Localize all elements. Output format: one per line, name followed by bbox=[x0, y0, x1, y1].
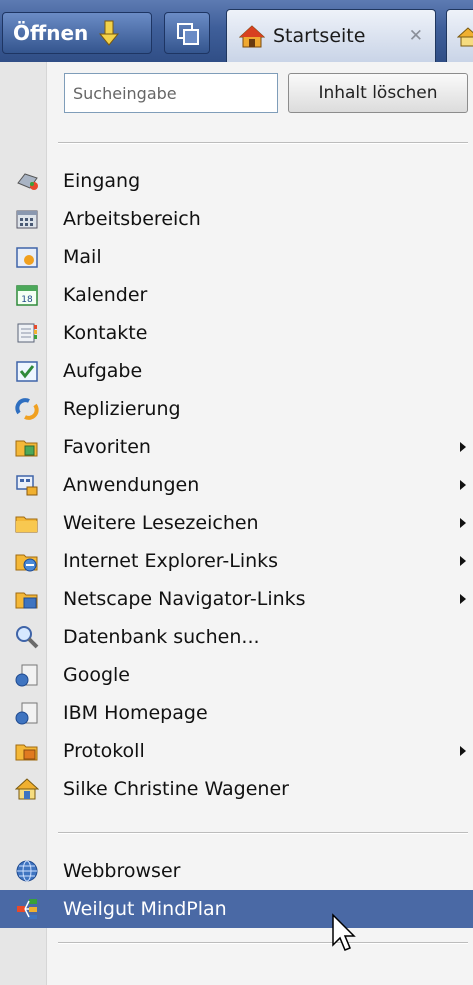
tab-startseite[interactable]: Startseite ✕ bbox=[226, 9, 436, 62]
replication-icon bbox=[15, 398, 39, 420]
globe-icon bbox=[16, 860, 38, 882]
applications-icon bbox=[16, 475, 38, 496]
menu-item-label: Aufgabe bbox=[63, 360, 143, 382]
menu-item-label: IBM Homepage bbox=[63, 702, 208, 724]
user-home-icon bbox=[15, 778, 39, 800]
database-icon bbox=[15, 664, 38, 687]
search-icon bbox=[16, 626, 39, 649]
menu-item-label: Weitere Lesezeichen bbox=[63, 512, 259, 534]
menu-item-favoriten[interactable]: Favoriten bbox=[0, 428, 473, 466]
menu-item-label: Eingang bbox=[63, 170, 141, 192]
submenu-arrow-icon bbox=[460, 594, 466, 604]
menu-item-label: Protokoll bbox=[63, 740, 145, 762]
menu-item-label: Silke Christine Wagener bbox=[63, 778, 289, 800]
menu-item-label: Google bbox=[63, 664, 131, 686]
favorites-folder-icon bbox=[15, 440, 38, 457]
menu-item-label: Mail bbox=[63, 246, 102, 268]
svg-text:18: 18 bbox=[21, 295, 33, 305]
search-input[interactable] bbox=[64, 73, 278, 113]
open-button-label: Öffnen bbox=[13, 21, 89, 45]
menu-item-protokoll[interactable]: Protokoll bbox=[0, 732, 473, 770]
tab-bar: Öffnen Startseite ✕ bbox=[0, 0, 473, 63]
tab-label: Startseite bbox=[273, 25, 366, 47]
history-folder-icon bbox=[15, 744, 38, 761]
submenu-arrow-icon bbox=[460, 746, 466, 756]
submenu-arrow-icon bbox=[460, 480, 466, 490]
menu-item-label: Favoriten bbox=[63, 436, 151, 458]
menu-item-label: Kontakte bbox=[63, 322, 148, 344]
menu-search-row: Inhalt löschen bbox=[0, 62, 473, 130]
database-icon bbox=[15, 702, 38, 725]
task-icon bbox=[16, 361, 38, 382]
menu-item-label: Arbeitsbereich bbox=[63, 208, 201, 230]
menu-item-eingang[interactable]: Eingang bbox=[0, 162, 473, 200]
inbox-icon bbox=[17, 173, 38, 190]
menu-item-internet-explorer-links[interactable]: Internet Explorer-Links bbox=[0, 542, 473, 580]
clear-button[interactable]: Inhalt löschen bbox=[288, 73, 468, 113]
menu-item-label: Replizierung bbox=[63, 398, 181, 420]
menu-item-aufgabe[interactable]: Aufgabe bbox=[0, 352, 473, 390]
menu-item-kontakte[interactable]: Kontakte bbox=[0, 314, 473, 352]
submenu-arrow-icon bbox=[460, 442, 466, 452]
ie-folder-icon bbox=[15, 554, 38, 572]
netscape-folder-icon bbox=[15, 592, 38, 609]
submenu-arrow-icon bbox=[460, 518, 466, 528]
menu-item-weilgut-mindplan[interactable]: Weilgut MindPlan bbox=[0, 890, 473, 928]
contacts-icon bbox=[17, 323, 37, 343]
separator bbox=[58, 142, 468, 144]
menu-item-replizierung[interactable]: Replizierung bbox=[0, 390, 473, 428]
mail-icon bbox=[16, 247, 38, 268]
menu-item-label: Webbrowser bbox=[63, 860, 181, 882]
menu-item-silke-christine-wagener[interactable]: Silke Christine Wagener bbox=[0, 770, 473, 808]
menu-item-label: Datenbank suchen... bbox=[63, 626, 260, 648]
menu-item-weitere-lesezeichen[interactable]: Weitere Lesezeichen bbox=[0, 504, 473, 542]
workspace-icon bbox=[16, 210, 38, 229]
menu-item-label: Netscape Navigator-Links bbox=[63, 588, 306, 610]
menu-item-label: Anwendungen bbox=[63, 474, 200, 496]
menu-item-netscape-navigator-links[interactable]: Netscape Navigator-Links bbox=[0, 580, 473, 618]
menu-item-ibm-homepage[interactable]: IBM Homepage bbox=[0, 694, 473, 732]
home-icon bbox=[239, 25, 265, 48]
arrow-down-icon bbox=[99, 20, 120, 46]
tab-partial[interactable] bbox=[446, 9, 473, 62]
menu-item-google[interactable]: Google bbox=[0, 656, 473, 694]
windows-icon bbox=[177, 23, 199, 45]
open-menu: Inhalt löschen Eingang Arbeitsbereich Ma… bbox=[0, 62, 473, 985]
menu-item-label: Internet Explorer-Links bbox=[63, 550, 279, 572]
menu-item-mail[interactable]: Mail bbox=[0, 238, 473, 276]
separator bbox=[58, 942, 468, 944]
menu-item-datenbank-suchen[interactable]: Datenbank suchen... bbox=[0, 618, 473, 656]
close-icon[interactable]: ✕ bbox=[409, 26, 423, 46]
separator bbox=[58, 832, 468, 834]
submenu-arrow-icon bbox=[460, 556, 466, 566]
menu-item-label: Kalender bbox=[63, 284, 148, 306]
open-button[interactable]: Öffnen bbox=[2, 12, 152, 54]
window-switcher-button[interactable] bbox=[164, 12, 210, 54]
menu-item-kalender[interactable]: 18 Kalender bbox=[0, 276, 473, 314]
folder-icon bbox=[15, 516, 38, 533]
menu-item-anwendungen[interactable]: Anwendungen bbox=[0, 466, 473, 504]
menu-item-webbrowser[interactable]: Webbrowser bbox=[0, 852, 473, 890]
mouse-cursor-icon bbox=[332, 913, 356, 951]
calendar-icon: 18 bbox=[16, 285, 38, 306]
mindmap-icon bbox=[17, 899, 37, 919]
menu-item-label: Weilgut MindPlan bbox=[63, 898, 227, 920]
user-home-icon bbox=[457, 27, 473, 47]
menu-item-arbeitsbereich[interactable]: Arbeitsbereich bbox=[0, 200, 473, 238]
